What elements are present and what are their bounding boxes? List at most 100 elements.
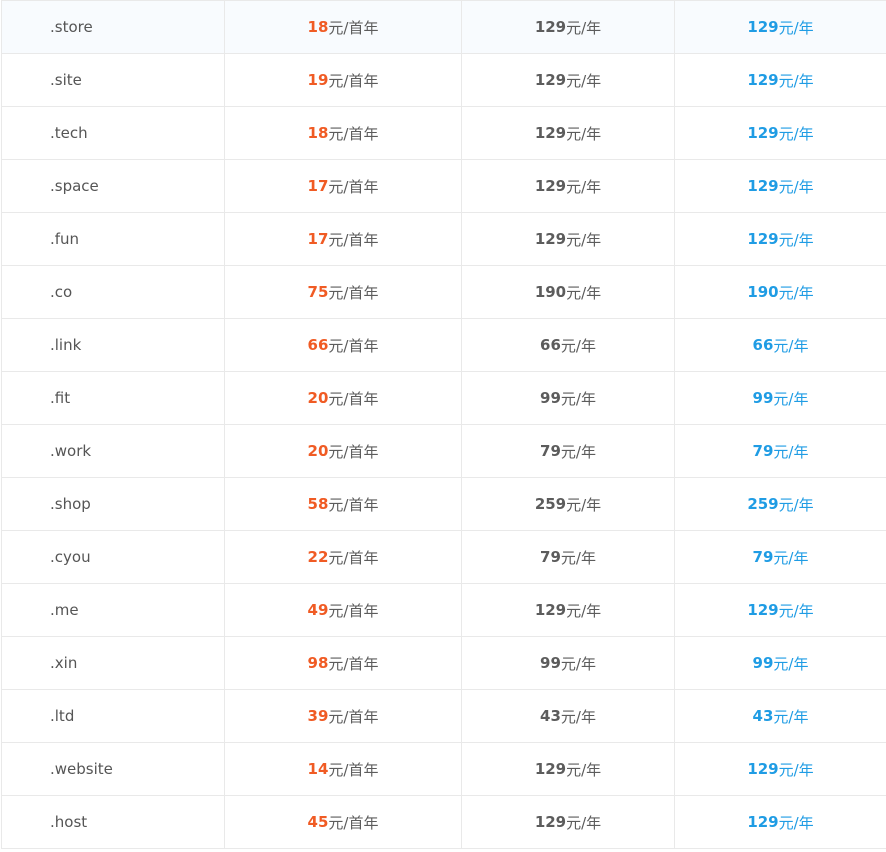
- renewal-unit: 元/年: [560, 548, 596, 567]
- transfer-price: 190: [747, 283, 779, 301]
- first-year-price-cell: 19 元/首年: [225, 54, 462, 106]
- transfer-price-cell: 129 元/年: [675, 1, 886, 53]
- renewal-price: 129: [534, 177, 567, 195]
- transfer-price: 129: [747, 813, 779, 831]
- renewal-price: 66: [540, 336, 561, 354]
- transfer-price: 79: [752, 548, 774, 566]
- tld-cell: .xin: [2, 637, 225, 689]
- tld-cell: .fun: [2, 213, 225, 265]
- renewal-price-cell: 129 元/年: [462, 1, 675, 53]
- transfer-price-cell: 129 元/年: [675, 796, 886, 848]
- transfer-price-cell: 129 元/年: [675, 160, 886, 212]
- transfer-price-cell: 129 元/年: [675, 54, 886, 106]
- transfer-price-cell: 99 元/年: [675, 372, 886, 424]
- renewal-price-cell: 129 元/年: [462, 584, 675, 636]
- renewal-unit: 元/年: [560, 336, 596, 355]
- first-year-unit: 元/首年: [328, 336, 379, 355]
- transfer-price: 129: [747, 124, 779, 142]
- first-year-unit: 元/首年: [328, 230, 379, 249]
- renewal-price: 43: [540, 707, 561, 725]
- first-year-unit: 元/首年: [328, 707, 379, 726]
- first-year-price: 22: [307, 548, 329, 566]
- renewal-price-cell: 99 元/年: [462, 372, 675, 424]
- renewal-price-cell: 129 元/年: [462, 743, 675, 795]
- first-year-price-cell: 17 元/首年: [225, 160, 462, 212]
- tld-cell: .website: [2, 743, 225, 795]
- renewal-unit: 元/年: [560, 389, 596, 408]
- first-year-unit: 元/首年: [328, 601, 379, 620]
- renewal-price-cell: 43 元/年: [462, 690, 675, 742]
- transfer-unit: 元/年: [778, 813, 814, 832]
- first-year-price-cell: 20 元/首年: [225, 425, 462, 477]
- first-year-price: 66: [307, 336, 329, 354]
- transfer-price-cell: 129 元/年: [675, 213, 886, 265]
- renewal-price: 259: [534, 495, 567, 513]
- tld-cell: .ltd: [2, 690, 225, 742]
- tld-cell: .cyou: [2, 531, 225, 583]
- first-year-price-cell: 75 元/首年: [225, 266, 462, 318]
- renewal-price: 129: [534, 230, 567, 248]
- first-year-unit: 元/首年: [328, 124, 379, 143]
- tld-name: .store: [50, 18, 93, 36]
- renewal-price: 129: [534, 124, 567, 142]
- table-row: .xin 98 元/首年 99 元/年 99 元/年: [2, 637, 886, 690]
- tld-name: .ltd: [50, 707, 75, 725]
- first-year-price-cell: 20 元/首年: [225, 372, 462, 424]
- first-year-unit: 元/首年: [328, 177, 379, 196]
- transfer-unit: 元/年: [773, 442, 809, 461]
- renewal-unit: 元/年: [566, 813, 602, 832]
- renewal-price-cell: 99 元/年: [462, 637, 675, 689]
- tld-cell: .fit: [2, 372, 225, 424]
- transfer-price: 43: [752, 707, 774, 725]
- tld-cell: .me: [2, 584, 225, 636]
- renewal-unit: 元/年: [566, 71, 602, 90]
- tld-cell: .space: [2, 160, 225, 212]
- first-year-unit: 元/首年: [328, 548, 379, 567]
- renewal-price: 129: [534, 813, 567, 831]
- table-row: .store 18 元/首年 129 元/年 129 元/年: [2, 1, 886, 54]
- first-year-unit: 元/首年: [328, 654, 379, 673]
- table-row: .site 19 元/首年 129 元/年 129 元/年: [2, 54, 886, 107]
- first-year-price: 17: [307, 177, 329, 195]
- table-row: .co 75 元/首年 190 元/年 190 元/年: [2, 266, 886, 319]
- transfer-price-cell: 129 元/年: [675, 107, 886, 159]
- renewal-unit: 元/年: [566, 230, 602, 249]
- tld-cell: .work: [2, 425, 225, 477]
- tld-name: .website: [50, 760, 113, 778]
- tld-name: .shop: [50, 495, 91, 513]
- transfer-unit: 元/年: [773, 336, 809, 355]
- table-row: .shop 58 元/首年 259 元/年 259 元/年: [2, 478, 886, 531]
- tld-name: .cyou: [50, 548, 91, 566]
- transfer-unit: 元/年: [778, 230, 814, 249]
- renewal-price-cell: 190 元/年: [462, 266, 675, 318]
- transfer-price-cell: 259 元/年: [675, 478, 886, 530]
- tld-cell: .host: [2, 796, 225, 848]
- tld-name: .tech: [50, 124, 88, 142]
- renewal-price-cell: 79 元/年: [462, 531, 675, 583]
- first-year-unit: 元/首年: [328, 442, 379, 461]
- tld-cell: .link: [2, 319, 225, 371]
- renewal-unit: 元/年: [566, 760, 602, 779]
- tld-cell: .store: [2, 1, 225, 53]
- renewal-unit: 元/年: [560, 707, 596, 726]
- renewal-price-cell: 66 元/年: [462, 319, 675, 371]
- first-year-price: 14: [307, 760, 329, 778]
- renewal-price: 79: [540, 442, 561, 460]
- transfer-price: 129: [747, 71, 779, 89]
- transfer-unit: 元/年: [773, 654, 809, 673]
- renewal-price-cell: 129 元/年: [462, 54, 675, 106]
- renewal-price-cell: 129 元/年: [462, 213, 675, 265]
- renewal-unit: 元/年: [566, 177, 602, 196]
- renewal-price: 129: [534, 71, 567, 89]
- renewal-price: 79: [540, 548, 561, 566]
- renewal-price-cell: 79 元/年: [462, 425, 675, 477]
- tld-name: .fun: [50, 230, 80, 248]
- tld-cell: .co: [2, 266, 225, 318]
- table-row: .me 49 元/首年 129 元/年 129 元/年: [2, 584, 886, 637]
- transfer-price: 129: [747, 760, 779, 778]
- renewal-price: 129: [534, 760, 567, 778]
- first-year-price-cell: 14 元/首年: [225, 743, 462, 795]
- table-row: .work 20 元/首年 79 元/年 79 元/年: [2, 425, 886, 478]
- first-year-price-cell: 45 元/首年: [225, 796, 462, 848]
- first-year-price: 58: [307, 495, 329, 513]
